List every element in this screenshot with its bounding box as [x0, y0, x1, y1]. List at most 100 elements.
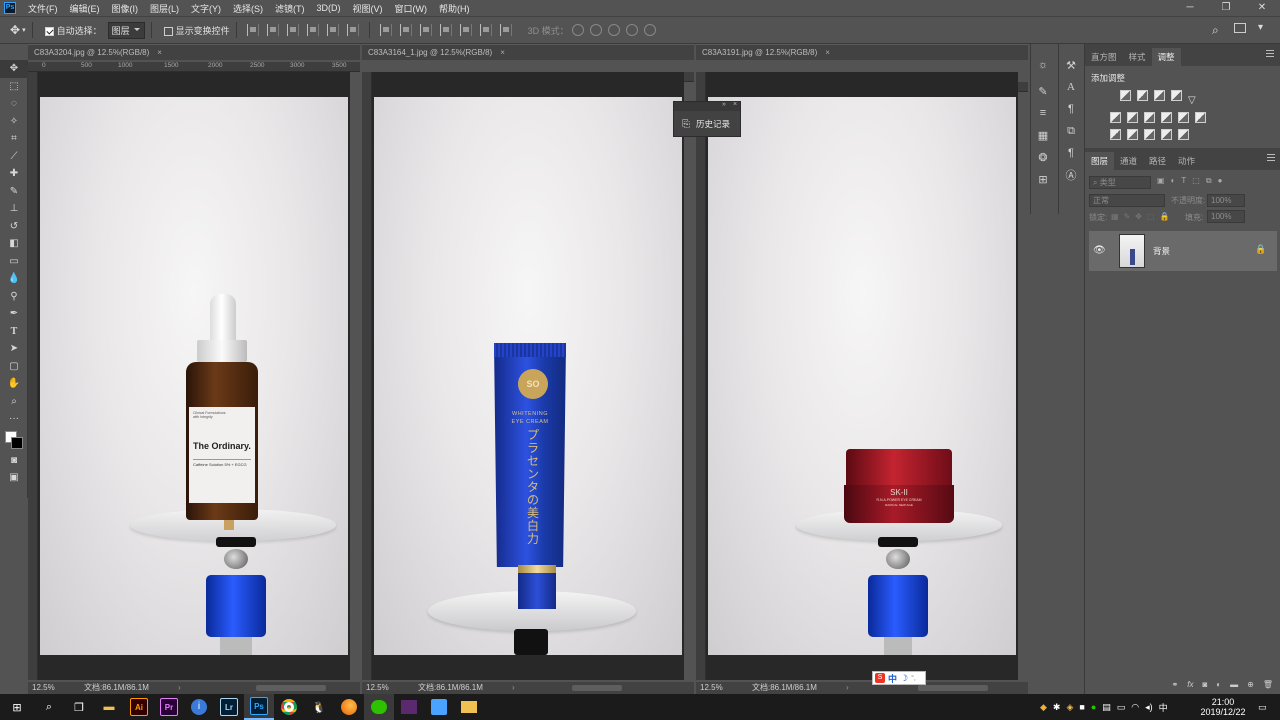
workspace-icon[interactable] — [1234, 23, 1246, 33]
new-group-icon[interactable]: ▬ — [1230, 680, 1238, 689]
lock-position-icon[interactable]: ✥ — [1135, 212, 1142, 221]
layer-name[interactable]: 背景 — [1153, 245, 1170, 257]
collapse-icon[interactable]: » — [722, 101, 726, 108]
brightness-icon[interactable] — [1120, 90, 1131, 101]
tray-language[interactable]: 中 — [1159, 701, 1168, 714]
menu-select[interactable]: 选择(S) — [227, 2, 269, 15]
lock-icon[interactable]: 🔒 — [1255, 244, 1266, 255]
menu-3d[interactable]: 3D(D) — [311, 3, 347, 13]
notifications-icon[interactable]: ▭ — [1258, 694, 1267, 720]
color-balance-icon[interactable] — [1127, 112, 1138, 123]
close-icon[interactable]: × — [733, 101, 737, 108]
character-styles-icon[interactable]: Ⓐ — [1059, 164, 1083, 186]
new-layer-icon[interactable]: ⊕ — [1247, 680, 1254, 689]
chevron-right-icon[interactable]: › — [846, 682, 849, 694]
align-center-icon[interactable] — [266, 24, 279, 36]
align-right-icon[interactable] — [286, 24, 299, 36]
clone-source-icon[interactable]: ⧉ — [1059, 120, 1083, 142]
align-bottom-icon[interactable] — [346, 24, 359, 36]
lasso-tool-icon[interactable]: ◌ — [0, 95, 28, 113]
magic-wand-tool-icon[interactable]: ✧ — [0, 113, 28, 131]
document-canvas-2[interactable]: SO WHITENING EYE CREAM プラセンタの美白力 — [372, 72, 684, 680]
distribute-bottom-icon[interactable] — [419, 24, 432, 36]
chevron-down-icon[interactable]: ▾ — [22, 26, 26, 34]
search-icon[interactable]: ⌕ — [1212, 23, 1219, 38]
opacity-field[interactable]: 100% — [1207, 194, 1245, 207]
lock-pixels-icon[interactable]: ▦ — [1111, 212, 1119, 221]
ime-toolbar[interactable]: S 中 ☽ °, — [872, 671, 926, 685]
color-lookup-icon[interactable] — [1195, 112, 1206, 123]
tab-actions[interactable]: 动作 — [1172, 152, 1201, 170]
black-white-icon[interactable] — [1144, 112, 1155, 123]
chevron-right-icon[interactable]: › — [178, 682, 181, 694]
menu-view[interactable]: 视图(V) — [347, 2, 389, 15]
eyedropper-tool-icon[interactable]: ⟋ — [0, 148, 28, 166]
zoom-level[interactable]: 12.5% — [700, 682, 723, 694]
wechat-icon[interactable] — [364, 694, 394, 720]
gradient-map-icon[interactable] — [1178, 129, 1189, 140]
chevron-right-icon[interactable]: › — [512, 682, 515, 694]
3d-rotate-icon[interactable] — [571, 24, 584, 36]
punctuation-icon[interactable]: °, — [911, 675, 916, 682]
moon-icon[interactable]: ☽ — [900, 673, 908, 684]
eye-icon[interactable]: 👁 — [1093, 245, 1106, 256]
auto-align-icon[interactable] — [499, 24, 512, 36]
photo-filter-icon[interactable] — [1161, 112, 1172, 123]
hand-tool-icon[interactable]: ✋ — [0, 375, 28, 393]
3d-pan-icon[interactable] — [607, 24, 620, 36]
close-icon[interactable]: ✕ — [1244, 0, 1280, 16]
menu-window[interactable]: 窗口(W) — [389, 2, 434, 15]
folder-icon[interactable]: ▬ — [94, 694, 124, 720]
volume-icon[interactable]: ◂) — [1145, 702, 1153, 713]
gradient-tool-icon[interactable]: ▭ — [0, 253, 28, 271]
close-icon[interactable]: × — [500, 48, 505, 57]
bird-app-icon[interactable] — [424, 694, 454, 720]
distribute-left-icon[interactable] — [439, 24, 452, 36]
lock-paint-icon[interactable]: ✎ — [1124, 212, 1131, 221]
3d-scale-icon[interactable] — [643, 24, 656, 36]
fx-icon[interactable]: fx — [1187, 680, 1193, 689]
menu-file[interactable]: 文件(F) — [22, 2, 64, 15]
panel-menu-icon[interactable] — [1266, 50, 1274, 57]
security-icon[interactable]: ◈ — [1066, 702, 1073, 713]
invert-icon[interactable] — [1110, 129, 1121, 140]
menu-filter[interactable]: 滤镜(T) — [269, 2, 311, 15]
document-tab-1[interactable]: C83A3204.jpg @ 12.5%(RGB/8) × — [28, 44, 360, 60]
swatches-icon[interactable]: ▦ — [1031, 124, 1055, 146]
horizontal-scrollbar[interactable] — [918, 685, 988, 691]
vibrance-icon[interactable]: ▽ — [1188, 96, 1199, 108]
taskbar-app-ps[interactable]: Ps — [244, 694, 274, 720]
lock-all-icon[interactable]: 🔒 — [1160, 212, 1170, 221]
lock-artboard-icon[interactable]: ⬚ — [1147, 212, 1155, 221]
dodge-tool-icon[interactable]: ⚲ — [0, 288, 28, 306]
libraries-icon[interactable]: ⊞ — [1031, 168, 1055, 190]
smart-object-filter-icon[interactable]: ⧉ — [1206, 176, 1212, 189]
layer-row-background[interactable]: 👁 背景 🔒 — [1089, 231, 1277, 271]
pixel-filter-icon[interactable]: ▣ — [1157, 176, 1165, 189]
history-panel-item[interactable]: ⎘ 历史记录 — [674, 111, 740, 137]
hue-saturation-icon[interactable] — [1110, 112, 1121, 123]
video-app-icon[interactable] — [394, 694, 424, 720]
levels-icon[interactable] — [1137, 90, 1148, 101]
tab-styles[interactable]: 样式 — [1123, 48, 1152, 66]
move-tool-icon[interactable]: ✥ — [0, 60, 28, 78]
shape-tool-icon[interactable]: ▢ — [0, 358, 28, 376]
clock[interactable]: 21:00 2019/12/22 — [1194, 694, 1252, 720]
document-tab-2[interactable]: C83A3164_1.jpg @ 12.5%(RGB/8) × — [362, 44, 694, 60]
character-icon[interactable]: A — [1059, 76, 1083, 98]
wifi-icon[interactable]: ◠ — [1131, 702, 1139, 713]
link-layers-icon[interactable]: ⚭ — [1172, 680, 1179, 689]
bluetooth-icon[interactable]: ✱ — [1053, 702, 1061, 713]
tab-paths[interactable]: 路径 — [1143, 152, 1172, 170]
horizontal-scrollbar[interactable] — [572, 685, 622, 691]
adjustment-layer-icon[interactable]: ◐ — [1216, 680, 1221, 689]
menu-image[interactable]: 图像(I) — [106, 2, 145, 15]
blur-tool-icon[interactable]: 💧 — [0, 270, 28, 288]
document-canvas-1[interactable]: Clinical Formulations with Integrity The… — [38, 72, 350, 680]
app-tray-icon[interactable]: ■ — [1079, 702, 1084, 712]
posterize-icon[interactable] — [1127, 129, 1138, 140]
brush-tool-icon[interactable]: ✎ — [0, 183, 28, 201]
align-middle-icon[interactable] — [326, 24, 339, 36]
move-tool-icon[interactable]: ✥ — [10, 23, 20, 37]
glyphs-icon[interactable]: ¶ — [1059, 142, 1083, 164]
